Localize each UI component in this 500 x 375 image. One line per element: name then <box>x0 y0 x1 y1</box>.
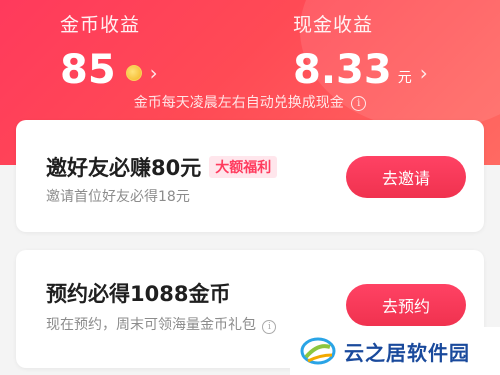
invite-button[interactable]: 去邀请 <box>346 156 466 198</box>
cash-earnings-value: 8.33 <box>293 47 392 93</box>
info-icon[interactable]: i <box>351 96 367 111</box>
coin-earnings[interactable]: 金币收益 85 › <box>60 10 158 93</box>
watermark-logo-icon <box>300 337 336 365</box>
watermark: 云之居软件园 <box>290 327 500 375</box>
info-icon[interactable]: i <box>262 320 277 334</box>
watermark-text: 云之居软件园 <box>344 340 470 365</box>
reserve-button[interactable]: 去预约 <box>346 284 466 326</box>
coin-earnings-label: 金币收益 <box>60 14 141 36</box>
coin-icon <box>125 65 142 81</box>
cash-unit: 元 <box>397 70 412 86</box>
cash-earnings-label: 现金收益 <box>293 14 374 36</box>
chevron-right-icon[interactable]: › <box>150 61 158 85</box>
invite-subtitle: 邀请首位好友必得18元 <box>46 189 190 205</box>
exchange-note: 金币每天凌晨左右自动兑换成现金 i <box>0 92 500 112</box>
reserve-title: 预约必得1088金币 <box>46 282 231 306</box>
reserve-subtitle: 现在预约，周末可领海量金币礼包 <box>46 317 256 333</box>
invite-title: 邀好友必赚80元 <box>46 156 202 180</box>
invite-card: 邀好友必赚80元 大额福利 邀请首位好友必得18元 去邀请 <box>16 120 484 232</box>
reserve-subtitle-row: 现在预约，周末可领海量金币礼包 i <box>46 314 277 334</box>
chevron-right-icon[interactable]: › <box>420 61 428 85</box>
exchange-note-text: 金币每天凌晨左右自动兑换成现金 <box>133 95 344 111</box>
invite-title-row: 邀好友必赚80元 大额福利 <box>46 152 278 182</box>
cash-earnings[interactable]: 现金收益 8.33 元 › <box>293 10 428 93</box>
bonus-badge: 大额福利 <box>209 156 278 178</box>
coin-earnings-value: 85 <box>60 47 116 93</box>
